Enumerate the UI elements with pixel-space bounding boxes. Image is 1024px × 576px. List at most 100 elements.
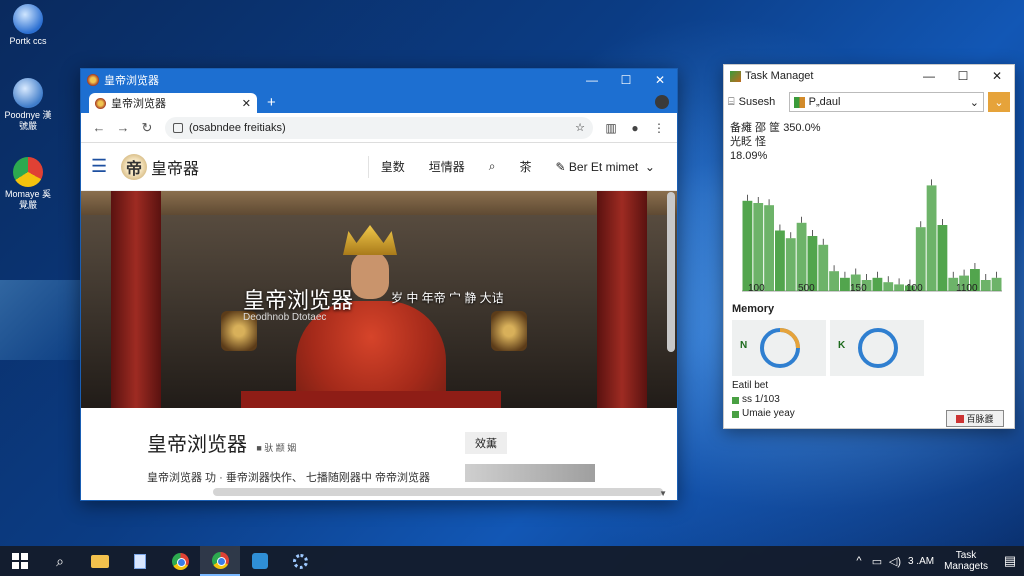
legend-label: ss 1/103 — [742, 394, 780, 405]
menu-kebab-icon[interactable]: ⋮ — [647, 121, 671, 135]
tray-clock[interactable]: Task Managets — [944, 550, 988, 572]
donut-chart-icon — [760, 328, 800, 368]
vertical-scrollbar[interactable] — [665, 192, 675, 500]
nav-item-1[interactable]: 皇数 — [367, 155, 417, 178]
settings-button[interactable] — [280, 546, 320, 576]
end-task-button[interactable]: 百脉鼝 — [946, 410, 1004, 427]
side-panel-heading[interactable]: 效薫 — [465, 432, 507, 454]
stat-value-2: 18.09% — [730, 150, 768, 162]
site-logo-text[interactable]: 皇帝器 — [151, 155, 199, 179]
tab-close-icon[interactable]: ✕ — [242, 97, 251, 110]
side-panel: 效薫 — [465, 432, 595, 482]
chart-bar — [796, 222, 807, 291]
chart-bar — [980, 280, 991, 291]
search-icon[interactable]: ⌕ — [40, 546, 80, 576]
horizontal-scrollbar[interactable] — [213, 488, 663, 496]
profile-icon[interactable] — [655, 95, 669, 109]
legend-swatch — [732, 410, 739, 418]
file-explorer-button[interactable] — [80, 546, 120, 576]
minimize-icon[interactable]: — — [912, 69, 946, 83]
article-section: 皇帝浏览器 ■ 驮 颛 姻 皇帝浏览器 功 · 垂帝浏器快作、 七播随刚器中 帝… — [81, 408, 677, 484]
volume-icon[interactable]: ◁) — [886, 555, 904, 568]
memory-cards: N K — [732, 320, 924, 376]
address-input[interactable]: (osabndee freitiaks) ☆ — [165, 116, 593, 139]
chart-bar — [829, 271, 839, 291]
chrome-icon — [13, 157, 43, 187]
nav-item-4-label: Ber Et mimet — [568, 159, 639, 174]
chart-bar — [818, 244, 829, 291]
stop-icon — [956, 414, 965, 423]
site-logo[interactable]: 帝 — [121, 153, 147, 180]
chart-bar — [775, 230, 785, 291]
sidebar-icon[interactable]: ▥ — [599, 121, 623, 135]
close-icon[interactable]: ✕ — [980, 69, 1014, 83]
tm-action-button[interactable]: ⌄ — [988, 92, 1010, 112]
scroll-thumb[interactable] — [667, 192, 675, 352]
hero-subtitle: Deodhnob Dtotaec — [243, 312, 327, 323]
memory-card-2[interactable]: K — [830, 320, 924, 376]
minimize-icon[interactable]: — — [575, 73, 609, 87]
back-icon[interactable]: ← — [87, 120, 111, 135]
tab-active[interactable]: 皇帝浏览器 ✕ — [89, 93, 257, 113]
desktop-icon-3[interactable]: Momaye 奚覺嚴 — [4, 157, 52, 211]
memory-card-1[interactable]: N — [732, 320, 826, 376]
chrome-active-button[interactable] — [200, 546, 240, 576]
scroll-down-icon[interactable]: ▼ — [659, 489, 667, 498]
tab-label: 皇帝浏览器 — [111, 98, 166, 110]
x-tick: 150 — [850, 283, 867, 294]
favicon-icon — [95, 97, 106, 109]
lock-icon — [173, 122, 183, 133]
new-tab-icon[interactable]: + — [267, 94, 276, 111]
chart-bar — [742, 200, 753, 291]
chevron-up-icon[interactable]: ^ — [850, 555, 868, 567]
gear-icon — [292, 553, 308, 569]
maximize-icon[interactable]: ☐ — [609, 73, 643, 87]
display-icon[interactable]: ▭ — [868, 555, 886, 568]
desktop-icon-label: Momaye 奚覺嚴 — [4, 189, 51, 210]
tm-search-label: Susesh — [738, 96, 776, 108]
browser-window: 皇帝浏览器 — ☐ ✕ 皇帝浏览器 ✕ + ← → ↻ (osabndee fr… — [80, 68, 678, 501]
search-icon[interactable]: ⌸ — [728, 96, 735, 109]
start-button[interactable] — [0, 546, 40, 576]
search-icon[interactable]: ⌕ — [477, 156, 508, 178]
card-letter: K — [838, 340, 846, 351]
stat-label-1: 备瘫 邵 筐 — [730, 122, 781, 134]
app-icon — [87, 74, 99, 86]
tm-search-row: ⌸ Susesh P„daul ⌄ ⌄ — [724, 89, 1014, 115]
stat-value-1: 350.0% — [783, 122, 821, 134]
desktop-icon-2[interactable]: Poodnye 漢號嚴 — [4, 78, 52, 132]
article-title: 皇帝浏览器 — [147, 432, 247, 456]
tm-titlebar[interactable]: Task Managet — ☐ ✕ — [724, 65, 1014, 87]
nav-item-3[interactable]: 茶 — [508, 156, 544, 178]
maximize-icon[interactable]: ☐ — [946, 69, 980, 83]
chart-bar — [915, 227, 926, 291]
chart-bar — [840, 277, 850, 291]
notification-icon[interactable]: ▤ — [996, 553, 1024, 569]
legend-title: Eatil bet — [732, 380, 769, 391]
extension-icon[interactable]: ● — [623, 121, 647, 135]
lantern-right — [491, 311, 527, 351]
hamburger-menu-icon[interactable]: ☰ — [91, 156, 113, 177]
emperor-crown — [343, 225, 397, 255]
system-tray: ^ ▭ ◁) 3 .AM Task Managets ▤ — [850, 550, 1024, 572]
nav-item-2[interactable]: 垣情器 — [417, 156, 477, 178]
x-tick: 500 — [798, 283, 815, 294]
bookmark-star-icon[interactable]: ☆ — [575, 121, 585, 134]
tray-time[interactable]: 3 .AM — [908, 556, 934, 567]
side-panel-image[interactable] — [465, 464, 595, 482]
defender-button[interactable] — [240, 546, 280, 576]
tray-clock-line1: Task — [955, 550, 977, 561]
stat-label-2: 光眨 怪 — [730, 136, 767, 148]
shield-icon — [252, 553, 268, 569]
reload-icon[interactable]: ↻ — [135, 120, 159, 136]
chrome-button[interactable] — [160, 546, 200, 576]
browser-titlebar[interactable]: 皇帝浏览器 — ☐ ✕ — [81, 69, 677, 91]
desktop-icon-1[interactable]: Portk ccs — [4, 4, 52, 47]
close-icon[interactable]: ✕ — [643, 73, 677, 87]
chart-bar — [926, 185, 937, 291]
nav-item-4[interactable]: ✎ Ber Et mimet ⌄ — [544, 156, 667, 178]
chart-bar — [894, 284, 904, 291]
tm-dropdown[interactable]: P„daul ⌄ — [788, 92, 984, 112]
forward-icon[interactable]: → — [111, 120, 135, 135]
notes-button[interactable] — [120, 546, 160, 576]
